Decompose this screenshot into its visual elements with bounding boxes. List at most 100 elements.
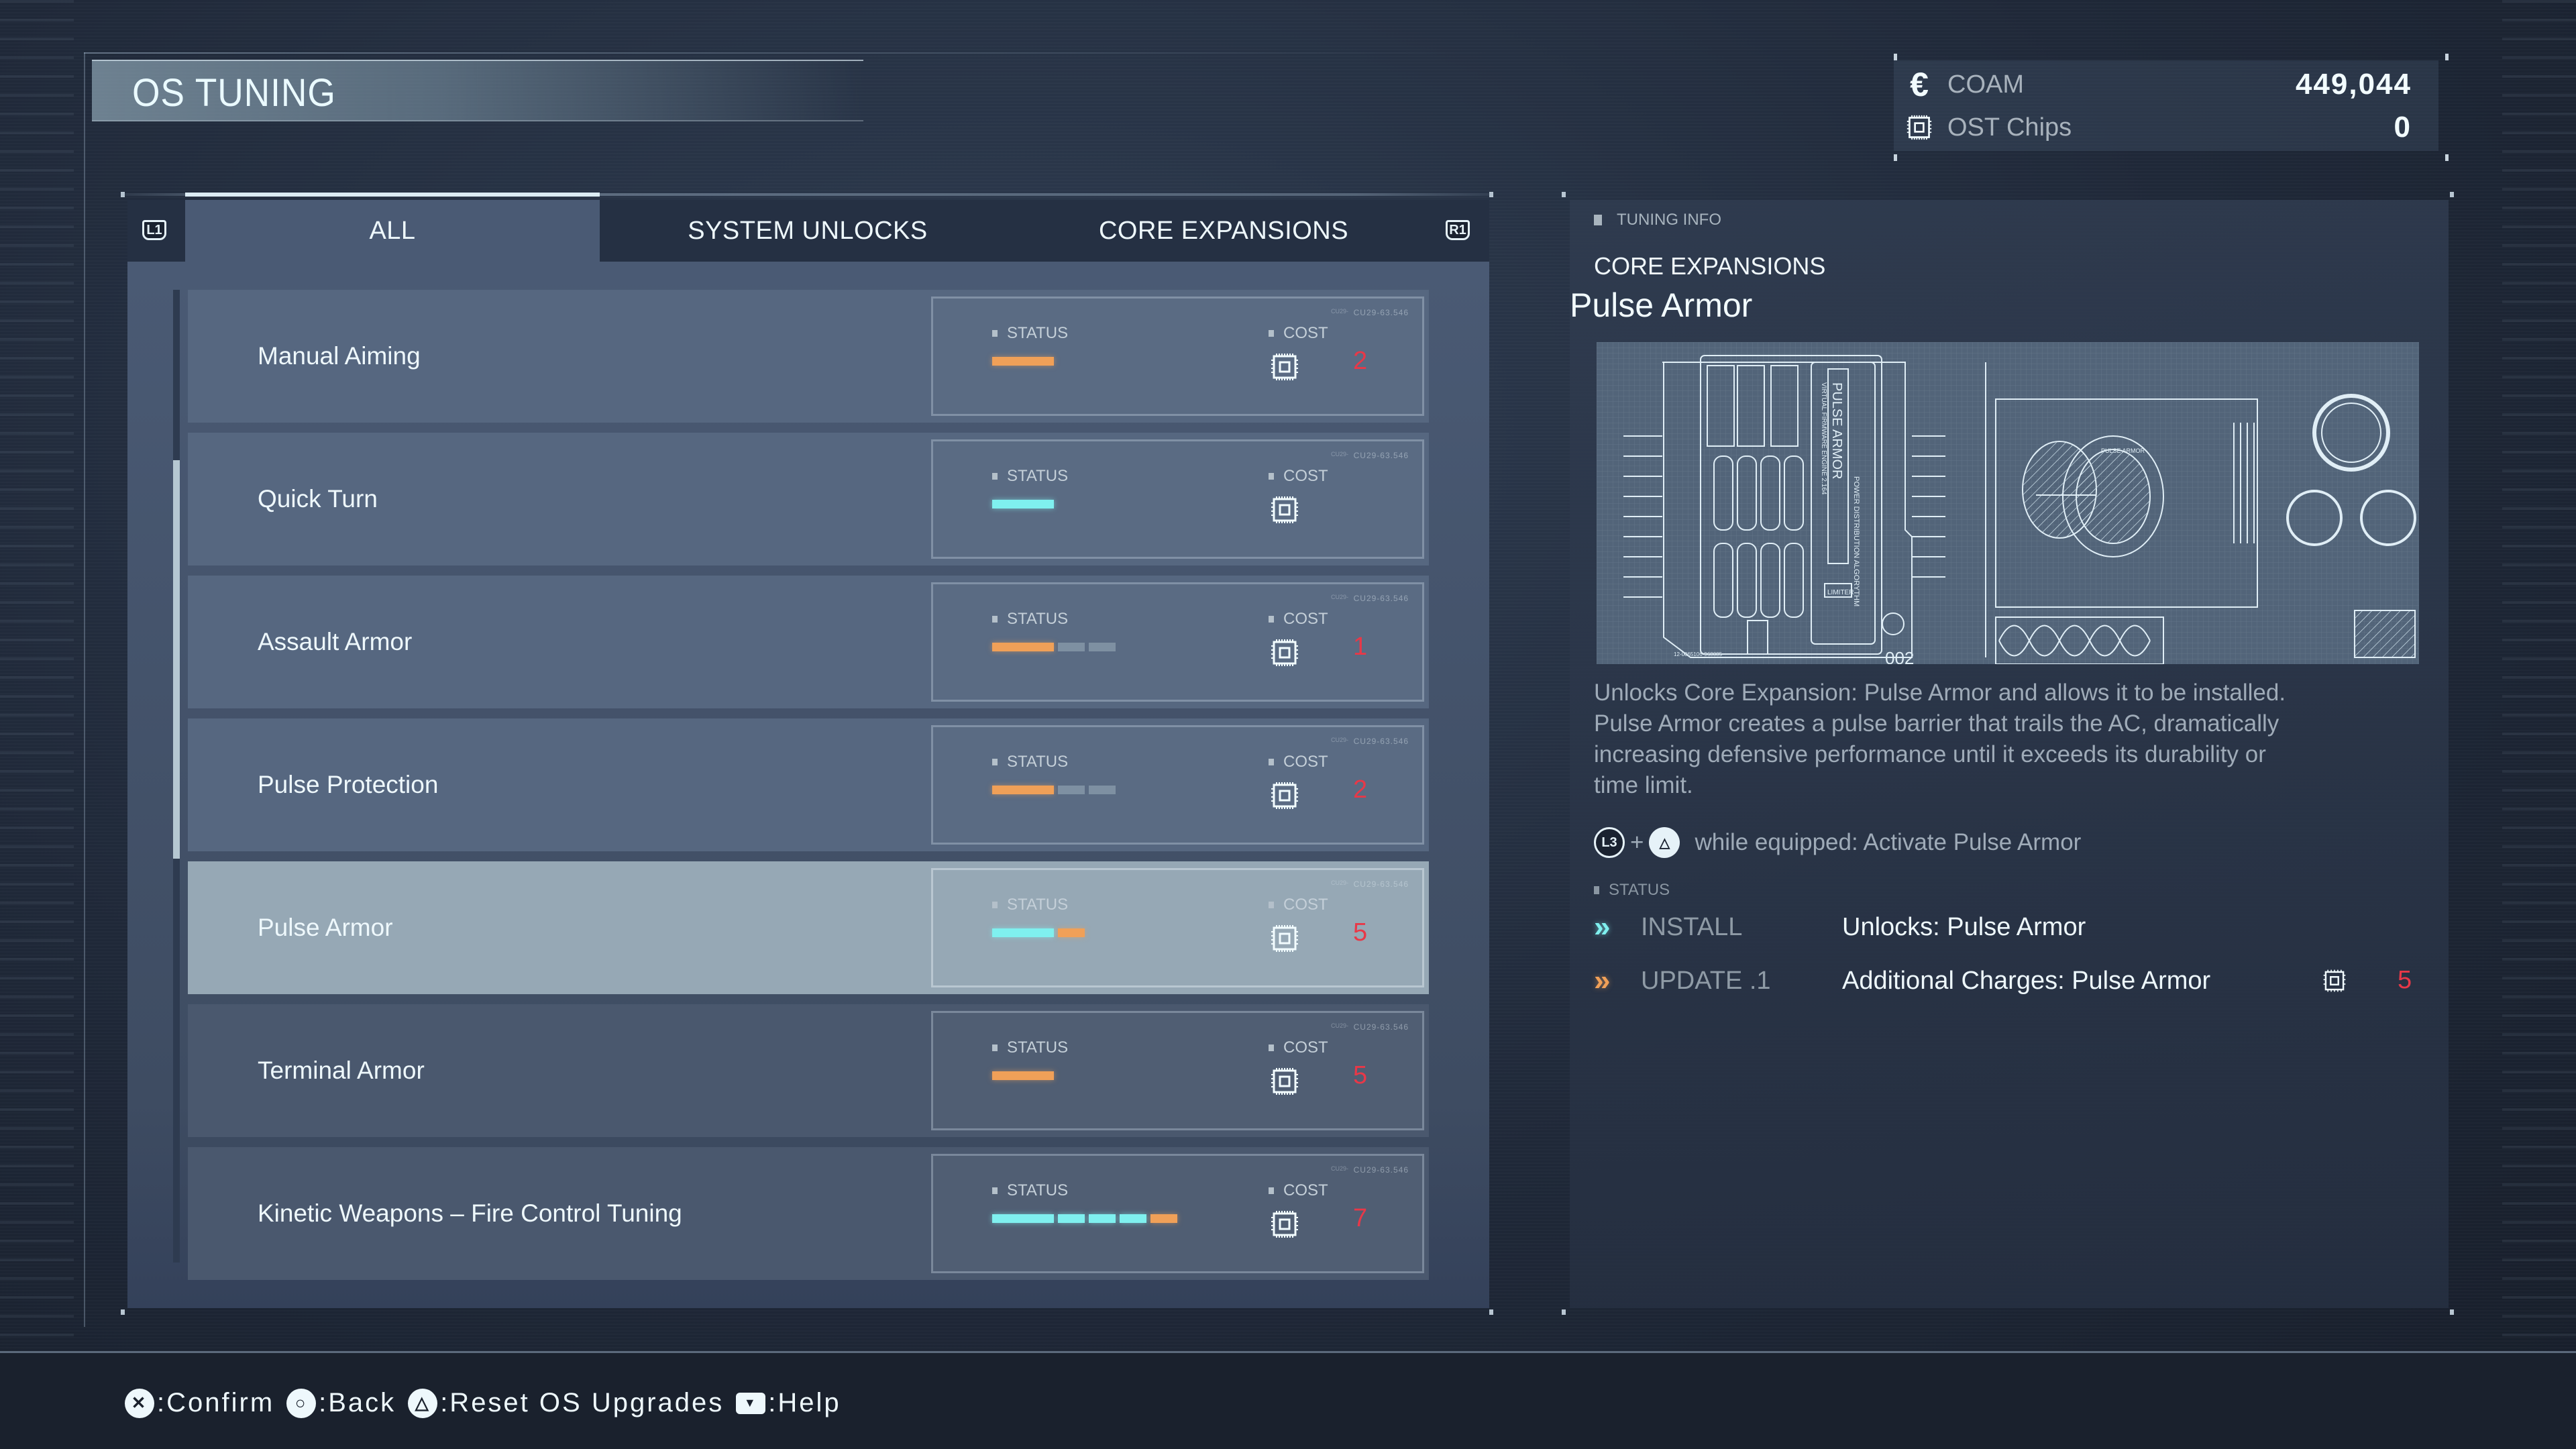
activation-hint: L3 + △ while equipped: Activate Pulse Ar…	[1594, 827, 2081, 858]
bullet-icon	[1269, 1187, 1274, 1194]
card-code: CU29-63.546	[1353, 1022, 1409, 1032]
bullet-icon	[992, 1187, 998, 1194]
svg-text:12-0065106-968085: 12-0065106-968085	[1674, 651, 1723, 657]
svg-text:VIRTUAL FIRMWARE ENGINE 2.164: VIRTUAL FIRMWARE ENGINE 2.164	[1820, 382, 1827, 495]
cost-label: COST	[1269, 610, 1328, 629]
tab-system-unlocks[interactable]: SYSTEM UNLOCKS	[600, 200, 1016, 262]
tuning-item-name: Assault Armor	[258, 628, 413, 655]
upgrade-row-update: » UPDATE .1 Additional Charges: Pulse Ar…	[1594, 961, 2419, 1001]
circle-button-icon: ○	[286, 1388, 317, 1418]
page-title: OS TUNING	[132, 71, 336, 115]
status-label: STATUS	[992, 324, 1068, 343]
l1-button-icon[interactable]: L1	[142, 220, 166, 240]
bullet-icon	[992, 616, 998, 623]
scrollbar-thumb[interactable]	[173, 460, 180, 859]
ost-chip-icon	[1270, 1210, 1299, 1242]
status-bar-empty	[1058, 643, 1085, 651]
tuning-item-card: CU29- CU29-63.546 STATUS COST 2	[931, 725, 1424, 845]
card-code: CU29-63.546	[1353, 451, 1409, 460]
cost-label: COST	[1269, 467, 1328, 486]
tuning-list-item[interactable]: Assault Armor CU29- CU29-63.546 STATUS COST 1	[188, 576, 1429, 708]
upgrade-status-label: STATUS	[1594, 881, 1670, 900]
tab-core-expansions[interactable]: CORE EXPANSIONS	[1016, 200, 1432, 262]
tuning-info-panel: TUNING INFO CORE EXPANSIONS Pulse Armor	[1570, 200, 2449, 1308]
tuning-item-card: CU29- CU29-63.546 STATUS COST	[931, 439, 1424, 559]
card-code-small: CU29-	[1330, 1022, 1348, 1029]
status-bar-orange	[992, 1071, 1054, 1080]
l3-button-icon: L3	[1594, 827, 1625, 858]
status-bar-cyan	[1089, 1214, 1116, 1223]
cost-label: COST	[1269, 896, 1328, 914]
card-code: CU29-63.546	[1353, 1165, 1409, 1175]
tuning-list-item[interactable]: Pulse Protection CU29- CU29-63.546 STATUS CO…	[188, 718, 1429, 851]
bullet-icon	[1269, 616, 1274, 623]
status-bars	[992, 357, 1054, 366]
coam-value: 449,044	[2295, 68, 2412, 101]
tuning-item-card: CU29- CU29-63.546 STATUS COST 5	[931, 1011, 1424, 1130]
frame-corner	[2445, 154, 2449, 161]
cost-value: 5	[1353, 918, 1368, 947]
r1-button-icon[interactable]: R1	[1446, 220, 1470, 240]
info-category: CORE EXPANSIONS	[1594, 252, 1826, 280]
frame-corner	[2450, 1309, 2454, 1315]
available-chevron-icon: »	[1594, 964, 1610, 997]
status-label: STATUS	[992, 896, 1068, 914]
card-code-small: CU29-	[1330, 308, 1348, 315]
tab-all[interactable]: ALL	[185, 200, 600, 262]
bullet-icon	[1594, 886, 1599, 894]
hint-confirm[interactable]: ✕ :Confirm	[125, 1388, 274, 1418]
bullet-icon	[1269, 1044, 1274, 1051]
tuning-list-item[interactable]: Pulse Armor CU29- CU29-63.546 STATUS COST 5	[188, 861, 1429, 994]
bullet-icon	[1269, 473, 1274, 480]
ost-chip-icon	[1270, 638, 1299, 671]
tuning-item-name: Pulse Protection	[258, 771, 439, 798]
tuning-list-item[interactable]: Terminal Armor CU29- CU29-63.546 STATUS COST…	[188, 1004, 1429, 1137]
hint-reset-os-upgrades[interactable]: △ :Reset OS Upgrades	[408, 1388, 724, 1418]
currency-panel: € COAM 449,044 OST Chips 0	[1894, 54, 2451, 161]
svg-text:002: 002	[1885, 648, 1914, 664]
tuning-item-name: Pulse Armor	[258, 914, 393, 941]
tuning-list-item[interactable]: Manual Aiming CU29- CU29-63.546 STATUS COST 2	[188, 290, 1429, 423]
cost-value: 7	[1353, 1204, 1368, 1232]
background-code-right	[2502, 0, 2576, 1348]
hint-help[interactable]: ▼ :Help	[736, 1388, 841, 1418]
upgrade-description: Additional Charges: Pulse Armor	[1842, 966, 2211, 995]
hint-back[interactable]: ○ :Back	[286, 1388, 396, 1418]
tuning-list-item[interactable]: Kinetic Weapons – Fire Control Tuning CU2…	[188, 1147, 1429, 1280]
frame-corner	[1894, 154, 1897, 161]
tuning-item-name: Quick Turn	[258, 485, 378, 513]
coam-label: COAM	[1947, 70, 2024, 99]
tuning-item-card: CU29- CU29-63.546 STATUS COST 5	[931, 868, 1424, 987]
upgrade-kind: INSTALL	[1641, 912, 1743, 941]
frame-corner	[1894, 54, 1897, 60]
status-bar-empty	[1058, 786, 1085, 794]
ost-chips-row: OST Chips 0	[1906, 109, 2412, 146]
cost-label: COST	[1269, 1181, 1328, 1200]
ost-chip-icon	[1270, 1067, 1299, 1099]
background-code-left	[0, 0, 74, 1348]
bullet-icon	[992, 1044, 998, 1051]
status-bar-empty	[1089, 786, 1116, 794]
status-bar-orange	[992, 357, 1054, 366]
tuning-list-item[interactable]: Quick Turn CU29- CU29-63.546 STATUS COST	[188, 433, 1429, 566]
status-label: STATUS	[992, 1181, 1068, 1200]
card-code-small: CU29-	[1330, 451, 1348, 458]
status-bar-cyan	[992, 1214, 1054, 1223]
coam-row: € COAM 449,044	[1906, 66, 2412, 103]
cost-value: 2	[1353, 775, 1368, 804]
status-bar-cyan	[1120, 1214, 1146, 1223]
card-code-small: CU29-	[1330, 737, 1348, 743]
svg-text:PULSE ARMOR: PULSE ARMOR	[1829, 382, 1844, 479]
frame-corner	[2450, 192, 2454, 197]
upgrade-kind: UPDATE .1	[1641, 966, 1771, 995]
plus-sign: +	[1630, 829, 1644, 855]
scrollbar-track[interactable]	[173, 290, 180, 1263]
status-label: STATUS	[992, 467, 1068, 486]
cost-value: 2	[1353, 347, 1368, 375]
installed-chevron-icon: »	[1594, 910, 1610, 943]
card-code: CU29-63.546	[1353, 737, 1409, 746]
frame-line-left	[84, 52, 85, 1327]
touchpad-button-icon: ▼	[736, 1392, 766, 1414]
tuning-item-card: CU29- CU29-63.546 STATUS COST 2	[931, 297, 1424, 416]
status-bar-orange	[1150, 1214, 1177, 1223]
